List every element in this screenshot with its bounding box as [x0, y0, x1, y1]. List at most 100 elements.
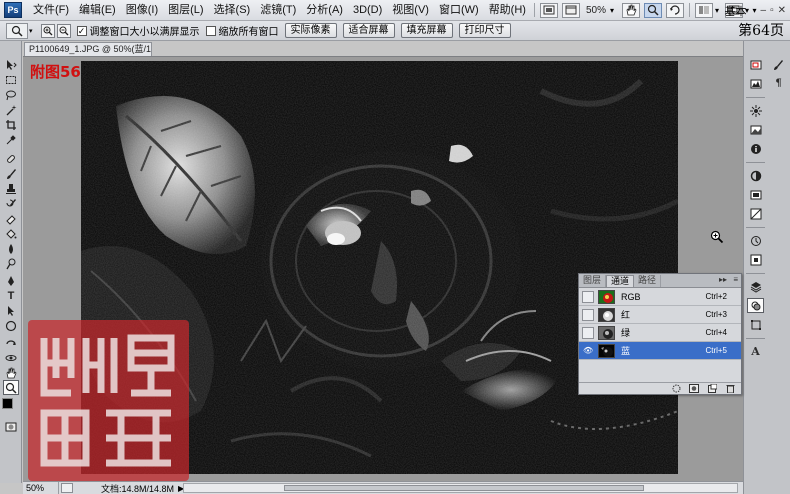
menu-filter[interactable]: 滤镜(T)	[255, 0, 301, 21]
channels-panel-icon[interactable]	[747, 298, 764, 313]
fit-screen-button[interactable]: 适合屏幕	[342, 23, 395, 38]
masks-panel-icon[interactable]	[747, 187, 764, 202]
hand-tool-icon[interactable]	[3, 365, 19, 380]
eraser-tool-icon[interactable]	[3, 211, 19, 226]
load-selection-icon[interactable]	[671, 384, 681, 393]
blur-tool-icon[interactable]	[3, 241, 19, 256]
color-swatches[interactable]	[2, 398, 20, 416]
status-zoom[interactable]: 50%	[23, 481, 59, 494]
screen-mode-icon[interactable]	[561, 2, 580, 18]
delete-channel-icon[interactable]	[725, 384, 735, 393]
path-selection-tool-icon[interactable]	[3, 303, 19, 318]
3d-orbit-tool-icon[interactable]	[3, 350, 19, 365]
menu-image[interactable]: 图像(I)	[121, 0, 163, 21]
chevron-down-icon[interactable]: ▾	[752, 6, 756, 15]
channel-row-green[interactable]: 绿 Ctrl+4	[579, 324, 741, 342]
healing-brush-tool-icon[interactable]	[3, 151, 19, 166]
hand-tool-icon[interactable]	[622, 2, 640, 18]
clone-stamp-tool-icon[interactable]	[3, 181, 19, 196]
crop-tool-icon[interactable]	[3, 117, 19, 132]
chevron-down-icon[interactable]: ▾	[610, 6, 614, 15]
menu-layer[interactable]: 图层(L)	[163, 0, 208, 21]
quick-mask-icon[interactable]	[3, 419, 19, 434]
panel-menu-icon[interactable]: ≡	[733, 275, 738, 284]
menu-view[interactable]: 视图(V)	[387, 0, 434, 21]
checkbox-unchecked[interactable]	[205, 25, 216, 36]
zoom-tool-icon[interactable]	[644, 2, 662, 18]
document-tab[interactable]: P1100649_1.JPG @ 50%(蓝/16)	[24, 42, 152, 56]
document-info-icon[interactable]	[61, 483, 73, 493]
chevron-down-icon[interactable]: ▾	[29, 27, 33, 35]
visibility-toggle[interactable]	[582, 308, 594, 321]
zoom-dropdown[interactable]: 50%	[582, 5, 610, 16]
shape-tool-icon[interactable]	[3, 318, 19, 333]
actions-panel-icon[interactable]	[747, 252, 764, 267]
rotate-view-icon[interactable]	[666, 2, 684, 18]
zoom-out-icon[interactable]	[56, 23, 71, 38]
zoom-in-icon[interactable]	[40, 23, 55, 38]
menu-analysis[interactable]: 分析(A)	[301, 0, 348, 21]
actual-pixels-button[interactable]: 实际像素	[284, 23, 337, 38]
channel-row-red[interactable]: 红 Ctrl+3	[579, 306, 741, 324]
3d-rotate-tool-icon[interactable]	[3, 335, 19, 350]
paragraph-panel-icon[interactable]: ¶	[770, 76, 787, 91]
print-size-button[interactable]: 打印尺寸	[458, 23, 511, 38]
styles-panel-icon[interactable]	[747, 206, 764, 221]
info-icon[interactable]	[747, 141, 764, 156]
magic-wand-tool-icon[interactable]	[3, 102, 19, 117]
resize-windows-checkbox[interactable]: ✓ 调整窗口大小以满屏显示	[76, 23, 200, 38]
foreground-color[interactable]	[2, 398, 13, 409]
menu-edit[interactable]: 编辑(E)	[74, 0, 121, 21]
tab-paths[interactable]: 路径	[634, 275, 662, 287]
history-panel-icon[interactable]	[747, 233, 764, 248]
bridge-icon[interactable]	[539, 2, 558, 18]
figure-label: 附图56	[30, 63, 81, 81]
checkbox-checked[interactable]: ✓	[76, 25, 87, 36]
channel-row-blue[interactable]: 👁 蓝 Ctrl+5	[579, 342, 741, 360]
menu-select[interactable]: 选择(S)	[209, 0, 256, 21]
minimize-icon[interactable]: –	[761, 5, 767, 16]
layers-panel-icon[interactable]	[747, 279, 764, 294]
zoom-tool-icon[interactable]	[3, 380, 19, 395]
workspace-switcher[interactable]: 基本	[714, 3, 752, 19]
new-channel-icon[interactable]	[707, 384, 717, 393]
marquee-tool-icon[interactable]	[3, 72, 19, 87]
menu-help[interactable]: 帮助(H)	[484, 0, 531, 21]
character-panel-icon[interactable]: A	[747, 344, 764, 359]
tab-layers[interactable]: 图层	[579, 275, 607, 287]
save-selection-icon[interactable]	[689, 384, 699, 393]
move-tool-icon[interactable]	[3, 57, 19, 72]
visibility-toggle[interactable]	[582, 326, 594, 339]
eyedropper-tool-icon[interactable]	[3, 132, 19, 147]
eye-icon[interactable]: 👁	[582, 344, 594, 357]
lasso-tool-icon[interactable]	[3, 87, 19, 102]
dodge-tool-icon[interactable]	[3, 256, 19, 271]
scrollbar-thumb[interactable]	[284, 485, 644, 491]
histogram-panel-icon[interactable]	[747, 76, 764, 91]
tab-channels[interactable]: 通道	[606, 275, 635, 287]
paint-bucket-tool-icon[interactable]	[3, 226, 19, 241]
adjustments-panel-icon[interactable]	[747, 168, 764, 183]
arrange-documents-icon[interactable]	[695, 2, 713, 18]
fill-screen-button[interactable]: 填充屏幕	[400, 23, 453, 38]
swatches-panel-icon[interactable]	[747, 122, 764, 137]
zoom-all-windows-checkbox[interactable]: 缩放所有窗口	[205, 23, 279, 38]
history-brush-tool-icon[interactable]	[3, 196, 19, 211]
navigator-panel-icon[interactable]	[747, 57, 764, 72]
menu-file[interactable]: 文件(F)	[28, 0, 74, 21]
horizontal-scrollbar[interactable]	[183, 483, 738, 493]
tool-presets-icon[interactable]	[770, 57, 787, 72]
pen-tool-icon[interactable]	[3, 273, 19, 288]
menu-window[interactable]: 窗口(W)	[434, 0, 484, 21]
collapse-panel-icon[interactable]: ▸▸	[719, 275, 727, 284]
menu-3d[interactable]: 3D(D)	[348, 0, 387, 21]
restore-icon[interactable]: ▫	[770, 5, 774, 16]
visibility-toggle[interactable]	[582, 290, 594, 303]
brush-tool-icon[interactable]	[3, 166, 19, 181]
channel-row-rgb[interactable]: RGB Ctrl+2	[579, 288, 741, 306]
color-panel-icon[interactable]	[747, 103, 764, 118]
close-icon[interactable]: ✕	[778, 5, 786, 16]
paths-panel-icon[interactable]	[747, 317, 764, 332]
tool-preset-icon[interactable]	[6, 22, 28, 39]
type-tool-icon[interactable]: T	[3, 288, 19, 303]
